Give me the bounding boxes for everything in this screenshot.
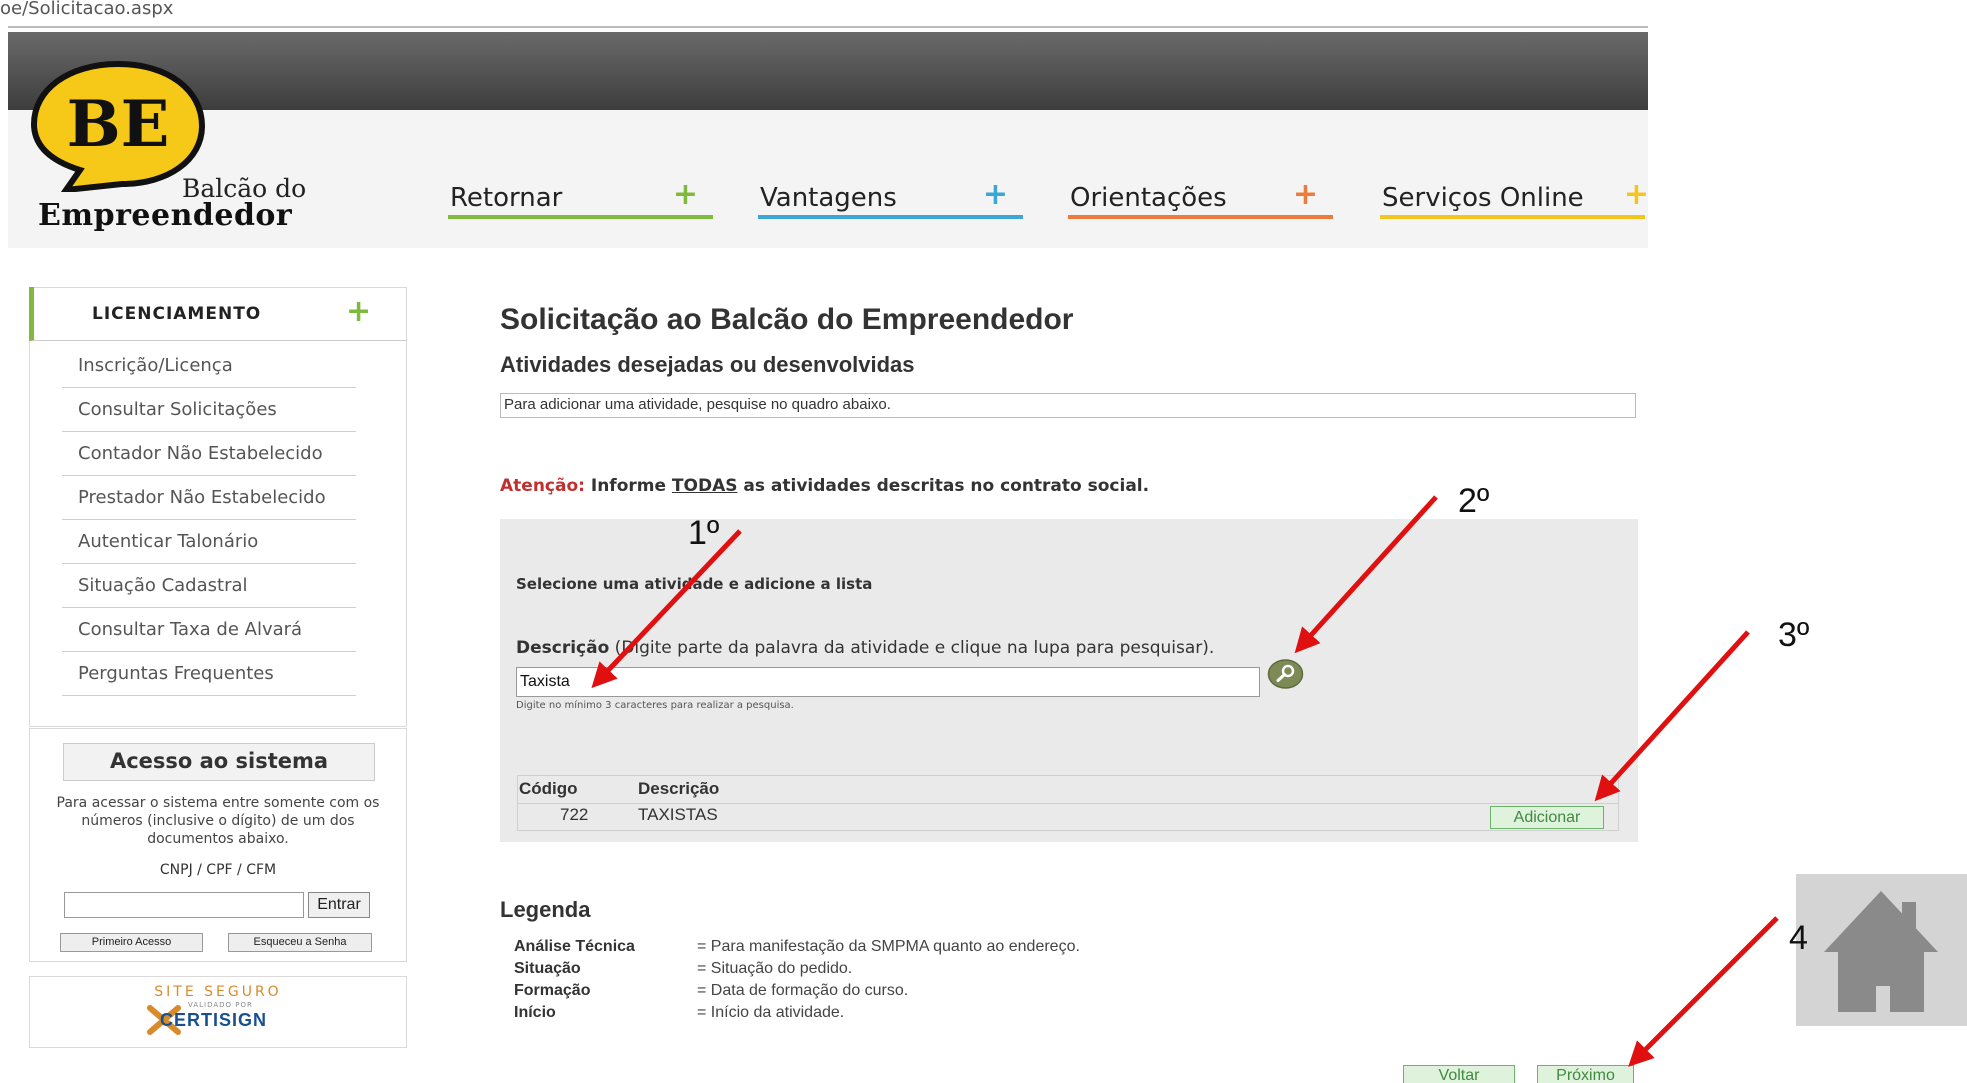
legend-term: Análise Técnica <box>514 938 635 955</box>
url-fragment: oe/Solicitacao.aspx <box>0 0 174 19</box>
enter-button[interactable]: Entrar <box>308 892 370 918</box>
seal-brand: CERTISIGN <box>160 1010 268 1030</box>
legend-definition: = Situação do pedido. <box>697 960 853 977</box>
nav-orientacoes[interactable]: Orientações + <box>1068 177 1333 219</box>
nav-label: Retornar <box>450 183 563 213</box>
first-access-button[interactable]: Primeiro Acesso <box>60 933 203 952</box>
nav-servicos-online[interactable]: Serviços Online + <box>1380 177 1649 219</box>
section-subtitle: Atividades desejadas ou desenvolvidas <box>500 352 915 377</box>
home-icon <box>1824 891 1938 1012</box>
table-cell-code: 722 <box>560 805 589 824</box>
sidebar-item-inscricao[interactable]: Inscrição/Licença <box>62 344 356 388</box>
plus-icon: + <box>1623 177 1649 212</box>
description-label-rest: (Digite parte da palavra da atividade e … <box>609 638 1215 658</box>
nav-label: Vantagens <box>760 183 897 213</box>
nav-underline <box>448 215 713 219</box>
home-widget[interactable] <box>1796 874 1967 1026</box>
description-label-bold: Descrição <box>516 638 610 658</box>
logo-bubble-icon[interactable]: BE <box>30 60 206 192</box>
sidebar-item-situacao[interactable]: Situação Cadastral <box>62 564 356 608</box>
nav-retornar[interactable]: Retornar + <box>448 177 713 219</box>
arrow-step4 <box>1628 916 1779 1067</box>
sidebar-item-autenticar[interactable]: Autenticar Talonário <box>62 520 356 564</box>
annotation-step2: 2º <box>1458 482 1490 520</box>
access-doc-types: CNPJ / CPF / CFM <box>159 862 277 878</box>
nav-vantagens[interactable]: Vantagens + <box>758 177 1023 219</box>
nav-underline <box>1380 215 1645 219</box>
attention-note: Atenção: Informe TODAS as atividades des… <box>500 476 1149 496</box>
search-icon[interactable] <box>1267 659 1304 689</box>
sidebar-item-taxa-alvara[interactable]: Consultar Taxa de Alvará <box>62 608 356 652</box>
annotation-step1: 1º <box>688 514 720 552</box>
legend-definition: = Data de formação do curso. <box>697 982 909 999</box>
column-header-code: Código <box>519 779 578 798</box>
attention-text-pre: Informe <box>584 476 672 496</box>
annotation-step3: 3º <box>1778 616 1810 654</box>
search-hint: Digite no mínimo 3 caracteres para reali… <box>516 700 794 711</box>
sidebar-item-prestador[interactable]: Prestador Não Estabelecido <box>62 476 356 520</box>
legend-definition: = Para manifestação da SMPMA quanto ao e… <box>697 938 1080 955</box>
nav-underline <box>1068 215 1333 219</box>
attention-text-post: as atividades descritas no contrato soci… <box>737 476 1150 496</box>
description-label: Descrição (Digite parte da palavra da at… <box>516 638 1214 658</box>
legend-term: Formação <box>514 982 591 999</box>
annotation-step4: 4 <box>1789 919 1808 957</box>
forgot-password-button[interactable]: Esqueceu a Senha <box>228 933 372 952</box>
sidebar-item-perguntas[interactable]: Perguntas Frequentes <box>62 652 356 696</box>
header-band <box>8 32 1648 110</box>
logo-text-line2: Empreendedor <box>38 198 293 233</box>
legend-term: Início <box>514 1004 556 1021</box>
legend-definition: = Início da atividade. <box>697 1004 845 1021</box>
sidebar-item-contador[interactable]: Contador Não Estabelecido <box>62 432 356 476</box>
column-header-description: Descrição <box>638 779 720 798</box>
table-divider <box>517 803 1619 804</box>
next-button[interactable]: Próximo <box>1537 1065 1634 1083</box>
access-description: Para acessar o sistema entre somente com… <box>56 795 380 847</box>
plus-icon[interactable]: + <box>346 294 371 329</box>
sidebar-item-consultar-solicitacoes[interactable]: Consultar Solicitações <box>62 388 356 432</box>
access-title: Acesso ao sistema <box>109 749 329 773</box>
legend-title: Legenda <box>500 897 591 922</box>
sidebar-title: LICENCIAMENTO <box>92 304 262 324</box>
logo-mark: BE <box>67 87 170 162</box>
nav-label: Serviços Online <box>1382 183 1584 213</box>
page-title: Solicitação ao Balcão do Empreendedor <box>500 303 1074 336</box>
table-cell-description: TAXISTAS <box>638 805 718 824</box>
attention-emphasis: TODAS <box>671 476 738 496</box>
seal-validated-label: VALIDADO POR <box>188 1001 253 1009</box>
plus-icon: + <box>672 177 698 212</box>
document-number-input[interactable] <box>64 892 304 918</box>
select-activity-title: Selecione uma atividade e adicione a lis… <box>516 575 873 593</box>
nav-underline <box>758 215 1023 219</box>
activities-info-box: Para adicionar uma atividade, pesquise n… <box>500 393 1636 418</box>
legend-term: Situação <box>514 960 581 977</box>
plus-icon: + <box>1292 177 1318 212</box>
add-activity-button[interactable]: Adicionar <box>1490 806 1604 829</box>
attention-label: Atenção: <box>500 476 585 496</box>
back-button[interactable]: Voltar <box>1403 1065 1515 1083</box>
nav-label: Orientações <box>1070 183 1227 213</box>
description-search-input[interactable] <box>516 667 1260 697</box>
seal-title: SITE SEGURO <box>154 984 282 1000</box>
plus-icon: + <box>982 177 1008 212</box>
url-divider <box>8 26 1648 28</box>
